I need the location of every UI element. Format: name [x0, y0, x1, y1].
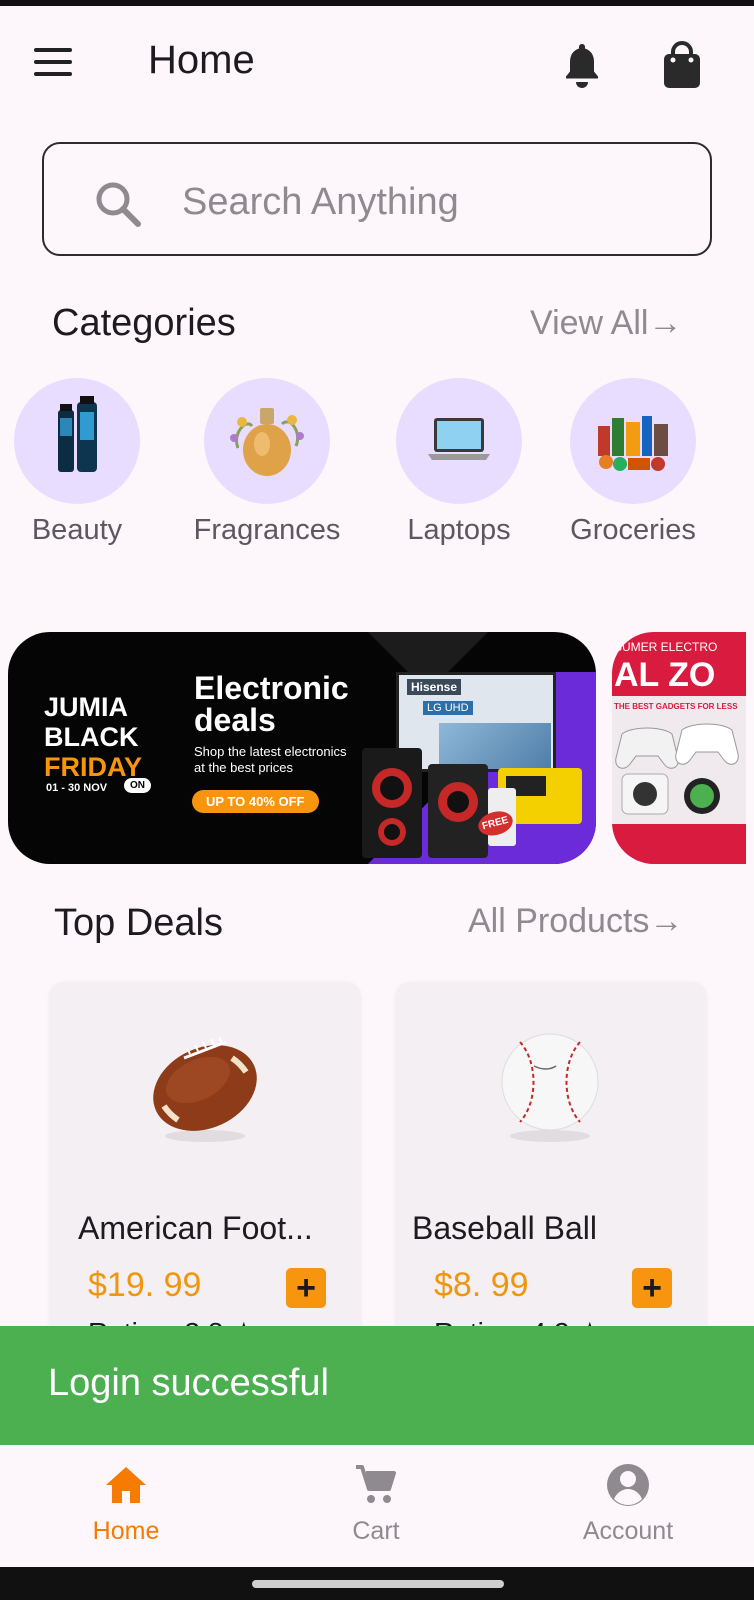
notification-bell-icon[interactable] [560, 40, 604, 90]
add-to-cart-button[interactable]: + [632, 1268, 672, 1308]
top-deals-title: Top Deals [54, 902, 223, 944]
on-badge: ON [124, 778, 151, 793]
banner-headline: Electronic deals [194, 672, 349, 736]
cart-icon [352, 1461, 400, 1509]
fragrances-image [204, 378, 330, 504]
category-beauty[interactable]: Beauty [0, 378, 162, 547]
add-to-cart-button[interactable]: + [286, 1268, 326, 1308]
tv-model: LG UHD [423, 701, 473, 715]
search-input[interactable] [182, 172, 662, 232]
baseball-image [501, 1033, 599, 1142]
page-title: Home [148, 38, 255, 82]
product-name: Baseball Ball [412, 1210, 597, 1246]
football-image [153, 1036, 257, 1142]
product-card[interactable]: American Foot... $19. 99 + Rating: 3.8 ★ [50, 982, 360, 1342]
category-label: Laptops [407, 514, 511, 546]
menu-icon[interactable] [34, 48, 82, 88]
banner-side-title: AL ZO [614, 656, 716, 694]
product-name: American Foot... [78, 1210, 313, 1246]
banner-side-sub: THE BEST GADGETS FOR LESS [614, 702, 738, 711]
nav-account[interactable]: Account [538, 1461, 718, 1546]
discount-cta: UP TO 40% OFF [192, 790, 319, 813]
brand-line: BLACK [44, 722, 139, 752]
categories-title: Categories [52, 302, 236, 344]
banner-subtext: Shop the latest electronics at the best … [194, 744, 346, 776]
all-products-link[interactable]: All Products→ [468, 902, 683, 941]
black-friday-banner[interactable]: JUMIA BLACK FRIDAY 01 - 30 NOV ON Electr… [8, 632, 596, 864]
view-all-link[interactable]: View All→ [530, 304, 682, 343]
banner-side-top: SUMER ELECTRO [614, 640, 718, 654]
home-icon [102, 1461, 150, 1509]
search-icon [92, 178, 144, 230]
app-bar: Home [0, 20, 754, 110]
nav-home[interactable]: Home [36, 1461, 216, 1546]
beauty-image [14, 378, 140, 504]
login-snackbar: Login successful [0, 1326, 754, 1445]
brand-line: FRIDAY [44, 752, 143, 782]
bottom-navigation: Home Cart Account [0, 1445, 754, 1567]
product-card[interactable]: Baseball Ball $8. 99 + Rating: 4.2 ★ [396, 982, 706, 1342]
nav-cart[interactable]: Cart [286, 1461, 466, 1546]
search-box [42, 142, 712, 256]
snackbar-message: Login successful [48, 1362, 329, 1404]
speakers-image [362, 748, 582, 858]
nav-label: Cart [352, 1517, 400, 1545]
category-label: Groceries [570, 514, 696, 546]
promo-dates: 01 - 30 NOV [46, 782, 108, 794]
headline-line: deals [194, 702, 276, 738]
category-label: Beauty [31, 514, 123, 546]
product-price: $19. 99 [88, 1266, 202, 1304]
status-strip [0, 0, 754, 6]
electronics-sale-banner[interactable]: SUMER ELECTRO AL ZO THE BEST GADGETS FOR… [612, 632, 746, 864]
jumia-logo: JUMIA BLACK FRIDAY [44, 692, 142, 782]
category-fragrances[interactable]: Fragrances [182, 378, 352, 547]
subtext-line: Shop the latest electronics [194, 744, 347, 759]
gadgets-image [612, 723, 746, 864]
shopping-bag-icon[interactable] [660, 40, 704, 90]
subtext-line: at the best prices [194, 760, 293, 775]
nav-label: Home [92, 1517, 160, 1545]
headline-line: Electronic [194, 670, 349, 706]
product-price: $8. 99 [434, 1266, 529, 1304]
groceries-image [570, 378, 696, 504]
nav-label: Account [582, 1517, 674, 1545]
category-label: Fragrances [193, 514, 341, 546]
account-icon [604, 1461, 652, 1509]
brand-line: JUMIA [44, 692, 129, 722]
home-indicator[interactable] [252, 1580, 504, 1588]
category-laptops[interactable]: Laptops [374, 378, 544, 547]
category-groceries[interactable]: Groceries [548, 378, 718, 547]
laptops-image [396, 378, 522, 504]
tv-brand: Hisense [407, 679, 462, 695]
